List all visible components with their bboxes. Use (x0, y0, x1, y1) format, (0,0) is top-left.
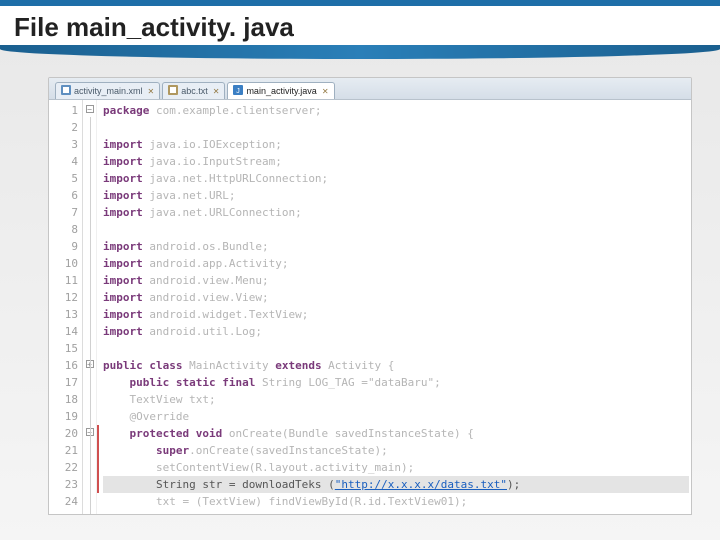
line-number: 16 (49, 357, 78, 374)
close-icon[interactable]: ✕ (213, 87, 220, 96)
line-number: 23 (49, 476, 78, 493)
decorative-swoosh (0, 45, 720, 59)
line-number: 5 (49, 170, 78, 187)
line-number: 2 (49, 119, 78, 136)
line-number: 21 (49, 442, 78, 459)
code-line: import android.util.Log; (103, 325, 262, 338)
close-icon[interactable]: ✕ (322, 87, 329, 96)
close-icon[interactable]: ✕ (148, 87, 155, 96)
line-number-gutter: 1234567891011121314151617181920212223242… (49, 100, 83, 514)
code-line: import android.os.Bundle; (103, 240, 269, 253)
code-line: package com.example.clientserver; (103, 104, 322, 117)
tab-main-activity-java[interactable]: Jmain_activity.java ✕ (227, 82, 334, 99)
line-number: 9 (49, 238, 78, 255)
file-icon: J (233, 85, 243, 97)
code-line: import android.view.Menu; (103, 274, 269, 287)
code-line: public class MainActivity extends Activi… (103, 359, 394, 372)
line-number: 20 (49, 425, 78, 442)
tab-label: abc.txt (181, 86, 208, 96)
line-number: 14 (49, 323, 78, 340)
line-number: 25 (49, 510, 78, 515)
code-line: @Override (103, 410, 189, 423)
line-number: 15 (49, 340, 78, 357)
tab-abc-txt[interactable]: abc.txt ✕ (162, 82, 225, 99)
code-line: TextView txt; (103, 393, 216, 406)
editor-window: activity_main.xml✕abc.txt✕Jmain_activity… (48, 77, 692, 515)
line-number: 18 (49, 391, 78, 408)
code-line: public static final String LOG_TAG ="dat… (103, 376, 441, 389)
line-number: 11 (49, 272, 78, 289)
code-line: import android.app.Activity; (103, 257, 288, 270)
svg-text:J: J (237, 88, 241, 95)
fold-guide-line (90, 117, 91, 514)
slide: File main_activity. java activity_main.x… (0, 0, 720, 540)
code-line: setContentView(R.layout.activity_main); (103, 461, 414, 474)
code-line: import java.io.InputStream; (103, 155, 282, 168)
line-number: 8 (49, 221, 78, 238)
file-icon (61, 85, 71, 97)
highlighted-line: String str = downloadTeks ("http://x.x.x… (103, 476, 689, 493)
line-number: 4 (49, 153, 78, 170)
page-title: File main_activity. java (0, 6, 720, 47)
line-number: 7 (49, 204, 78, 221)
line-number: 1 (49, 102, 78, 119)
code-line: super.onCreate(savedInstanceState); (103, 444, 388, 457)
line-number: 10 (49, 255, 78, 272)
line-number: 12 (49, 289, 78, 306)
change-marker (97, 425, 99, 493)
tab-strip: activity_main.xml✕abc.txt✕Jmain_activity… (49, 78, 691, 100)
code-line: import java.net.URLConnection; (103, 206, 302, 219)
line-number: 17 (49, 374, 78, 391)
line-number: 19 (49, 408, 78, 425)
code-line: txt = (TextView) findViewById(R.id.TextV… (103, 495, 467, 508)
code-line: import java.net.HttpURLConnection; (103, 172, 328, 185)
line-number: 6 (49, 187, 78, 204)
code-viewport[interactable]: package com.example.clientserver; import… (97, 100, 691, 514)
tab-label: activity_main.xml (74, 86, 143, 96)
code-line: txt.setText(str); (103, 512, 269, 515)
code-line: protected void onCreate(Bundle savedInst… (103, 427, 474, 440)
file-icon (168, 85, 178, 97)
code-line: import android.view.View; (103, 291, 269, 304)
line-number: 13 (49, 306, 78, 323)
code-line: import java.io.IOException; (103, 138, 282, 151)
line-number: 24 (49, 493, 78, 510)
code-line: import android.widget.TextView; (103, 308, 308, 321)
line-number: 3 (49, 136, 78, 153)
code-line: import java.net.URL; (103, 189, 235, 202)
tab-activity-main-xml[interactable]: activity_main.xml ✕ (55, 82, 160, 99)
fold-column: −+− (83, 100, 97, 514)
tab-label: main_activity.java (246, 86, 316, 96)
line-number: 22 (49, 459, 78, 476)
code-area: 1234567891011121314151617181920212223242… (49, 100, 691, 514)
